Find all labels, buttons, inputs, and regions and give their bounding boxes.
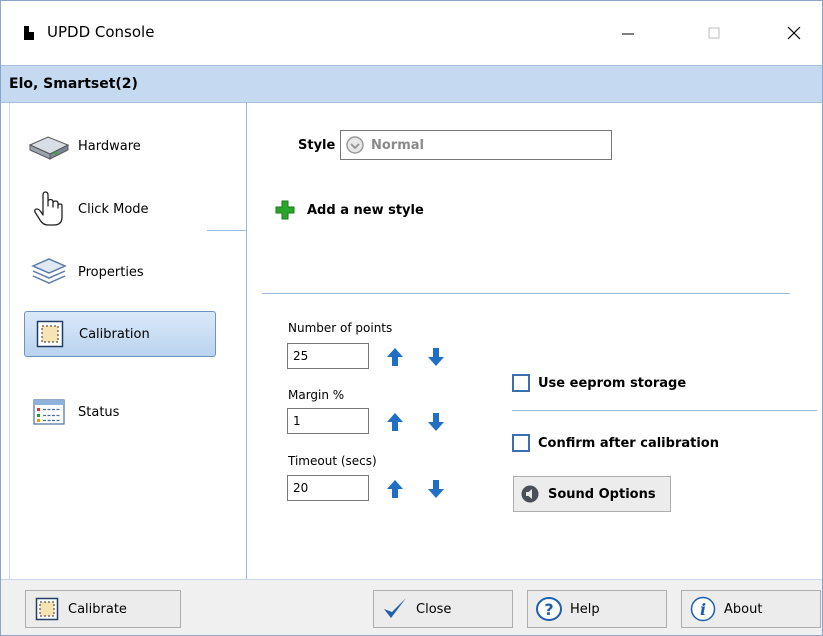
sidebar-item-label: Calibration [79,326,150,342]
help-question-icon: ? [536,596,562,622]
timeout-input[interactable]: 20 [287,475,369,501]
sidebar-item-calibration[interactable]: Calibration [24,311,216,357]
confirm-checkbox-label: Confirm after calibration [538,435,719,451]
maximize-button[interactable] [691,11,737,55]
layers-icon [24,252,74,292]
confirm-after-calibration-checkbox[interactable]: Confirm after calibration [512,434,719,452]
close-label: Close [416,601,452,617]
sound-options-button[interactable]: Sound Options [513,476,671,512]
sidebar-item-label: Click Mode [78,201,149,217]
points-increase-arrow-icon[interactable] [384,346,406,368]
number-of-points-label: Number of points [288,321,393,335]
use-eeprom-storage-checkbox[interactable]: Use eeprom storage [512,374,686,392]
add-new-style-link[interactable]: Add a new style [274,199,424,221]
title-bar[interactable]: UPDD Console [1,1,822,65]
style-label: Style [298,138,336,153]
eeprom-checkbox-label: Use eeprom storage [538,375,687,391]
sidebar-item-click-mode[interactable]: Click Mode [24,185,214,233]
about-label: About [724,601,763,617]
help-label: Help [570,601,600,617]
sound-options-label: Sound Options [548,486,656,502]
calibrate-label: Calibrate [68,601,127,617]
calibration-panel: Style Normal Add a new style Number of p… [248,103,822,579]
svg-text:?: ? [544,600,553,619]
style-select[interactable]: Normal [340,130,612,160]
status-list-icon [24,392,74,432]
style-value: Normal [371,137,424,153]
points-decrease-arrow-icon[interactable] [425,346,447,368]
sidebar-item-status[interactable]: Status [24,388,214,436]
green-plus-icon [275,200,295,220]
sidebar-item-label: Hardware [78,138,141,154]
sidebar: Hardware Click Mode Properties Calibrati… [9,103,247,579]
window-title: UPDD Console [47,23,155,41]
info-icon: i [690,596,716,622]
add-new-style-label: Add a new style [307,202,424,218]
maximize-icon [708,27,720,39]
sound-speaker-icon [521,485,539,503]
help-button[interactable]: ? Help [527,590,667,628]
margin-label: Margin % [288,388,345,402]
active-item-connector [207,230,247,231]
about-button[interactable]: i About [681,590,821,628]
style-gear-icon [346,136,364,154]
sidebar-item-properties[interactable]: Properties [24,248,214,296]
hand-pointer-icon [24,189,74,229]
sidebar-item-label: Properties [78,264,144,280]
timeout-increase-arrow-icon[interactable] [384,478,406,500]
section-divider [262,293,790,294]
hardware-drive-icon [24,126,74,166]
close-icon [787,26,801,40]
timeout-decrease-arrow-icon[interactable] [425,478,447,500]
updd-app-icon [21,24,37,42]
margin-decrease-arrow-icon[interactable] [425,411,447,433]
options-divider [512,410,817,411]
calibration-frame-icon [25,314,75,354]
minimize-icon [622,33,634,35]
calibration-frame-icon [34,596,60,622]
updd-console-window: UPDD Console Elo, Smartset(2) Hardware C… [0,0,823,636]
number-of-points-input[interactable]: 25 [287,343,369,369]
calibrate-button[interactable]: Calibrate [25,590,181,628]
device-name: Elo, Smartset(2) [9,76,138,92]
sidebar-item-hardware[interactable]: Hardware [24,122,214,170]
svg-text:i: i [700,600,706,619]
sidebar-item-label: Status [78,404,120,420]
bottom-button-bar: Calibrate Close ? Help i About [1,579,822,635]
minimize-button[interactable] [605,11,651,55]
checkmark-icon [382,596,408,622]
margin-input[interactable]: 1 [287,408,369,434]
timeout-label: Timeout (secs) [288,454,377,468]
eeprom-checkbox-box[interactable] [512,374,530,392]
close-button[interactable]: Close [373,590,513,628]
close-window-button[interactable] [771,11,817,55]
margin-increase-arrow-icon[interactable] [384,411,406,433]
device-header: Elo, Smartset(2) [1,65,822,103]
confirm-checkbox-box[interactable] [512,434,530,452]
